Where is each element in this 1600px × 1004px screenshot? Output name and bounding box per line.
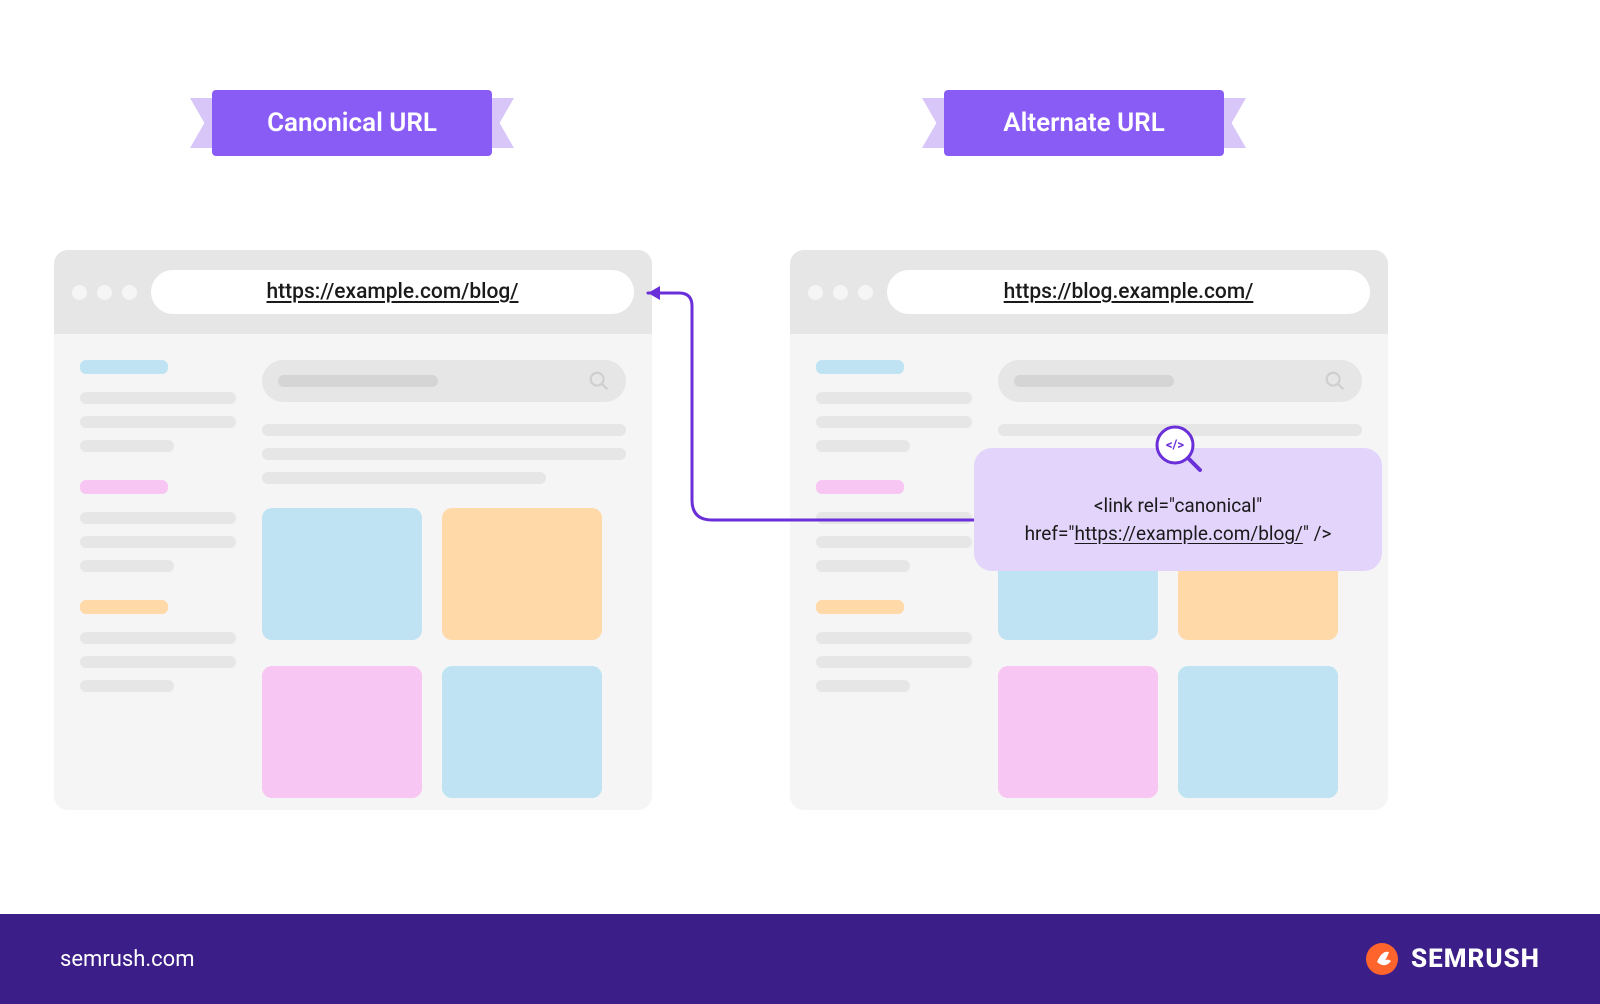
search-placeholder-mock xyxy=(1014,375,1174,387)
alternate-ribbon: Alternate URL xyxy=(944,90,1224,156)
window-dot xyxy=(72,285,87,300)
alternate-url-bar: https://blog.example.com/ xyxy=(887,270,1370,314)
search-placeholder-mock xyxy=(278,375,438,387)
diagram-stage: Canonical URL Alternate URL https://exam… xyxy=(0,0,1600,1004)
search-icon xyxy=(1324,370,1346,392)
mock-line xyxy=(80,440,174,452)
search-mock xyxy=(998,360,1362,402)
tile xyxy=(998,666,1158,798)
sidebar-heading xyxy=(816,480,904,494)
tile xyxy=(262,508,422,640)
window-dot xyxy=(97,285,112,300)
search-icon xyxy=(588,370,610,392)
mock-line xyxy=(816,512,972,524)
footer-domain: semrush.com xyxy=(60,947,195,972)
mock-line xyxy=(816,680,910,692)
window-dot xyxy=(833,285,848,300)
window-dot xyxy=(858,285,873,300)
canonical-ribbon-label: Canonical URL xyxy=(212,90,492,156)
canonical-code-popover: </> <link rel="canonical" href="https://… xyxy=(974,448,1382,571)
semrush-fire-icon xyxy=(1365,942,1399,976)
window-controls xyxy=(808,285,873,300)
canonical-browser-mock: https://example.com/blog/ xyxy=(54,250,652,810)
mock-line xyxy=(80,416,236,428)
sidebar-mock xyxy=(80,360,236,824)
canonical-url-bar: https://example.com/blog/ xyxy=(151,270,634,314)
mock-line xyxy=(80,680,174,692)
mock-line xyxy=(262,424,626,436)
inspect-code-icon: </> xyxy=(1152,422,1204,474)
sidebar-heading xyxy=(816,360,904,374)
sidebar-heading xyxy=(80,480,168,494)
sidebar-heading xyxy=(816,600,904,614)
window-dot xyxy=(122,285,137,300)
canonical-url-text: https://example.com/blog/ xyxy=(267,280,519,304)
code-href-url: https://example.com/blog/ xyxy=(1074,522,1302,545)
mock-line xyxy=(80,536,236,548)
main-mock xyxy=(262,360,626,824)
tile xyxy=(1178,666,1338,798)
mock-line xyxy=(80,560,174,572)
mock-line xyxy=(80,632,236,644)
page-content-mock xyxy=(790,334,1388,824)
svg-text:</>: </> xyxy=(1166,438,1184,453)
mock-line xyxy=(816,656,972,668)
browser-chrome: https://blog.example.com/ xyxy=(790,250,1388,334)
tile xyxy=(442,666,602,798)
sidebar-heading xyxy=(80,360,168,374)
sidebar-mock xyxy=(816,360,972,824)
mock-line xyxy=(816,560,910,572)
browser-chrome: https://example.com/blog/ xyxy=(54,250,652,334)
mock-line xyxy=(262,472,546,484)
code-href-suffix: " /> xyxy=(1303,522,1332,545)
mock-line xyxy=(80,392,236,404)
mock-line xyxy=(816,392,972,404)
code-line-1: <link rel="canonical" xyxy=(998,492,1358,520)
sidebar-heading xyxy=(80,600,168,614)
brand-lockup: SEMRUSH xyxy=(1365,942,1540,976)
mock-line xyxy=(80,512,236,524)
mock-line xyxy=(80,656,236,668)
alternate-ribbon-label: Alternate URL xyxy=(944,90,1224,156)
alternate-url-text: https://blog.example.com/ xyxy=(1004,280,1254,304)
tile xyxy=(262,666,422,798)
mock-line xyxy=(262,448,626,460)
tile xyxy=(442,508,602,640)
code-line-2: href="https://example.com/blog/" /> xyxy=(998,520,1358,548)
mock-line xyxy=(816,440,910,452)
footer-bar: semrush.com SEMRUSH xyxy=(0,914,1600,1004)
window-dot xyxy=(808,285,823,300)
code-href-prefix: href=" xyxy=(1025,522,1075,545)
mock-line xyxy=(816,632,972,644)
mock-line xyxy=(816,416,972,428)
page-content-mock xyxy=(54,334,652,824)
canonical-ribbon: Canonical URL xyxy=(212,90,492,156)
window-controls xyxy=(72,285,137,300)
search-mock xyxy=(262,360,626,402)
mock-line xyxy=(816,536,972,548)
brand-name: SEMRUSH xyxy=(1411,944,1540,974)
